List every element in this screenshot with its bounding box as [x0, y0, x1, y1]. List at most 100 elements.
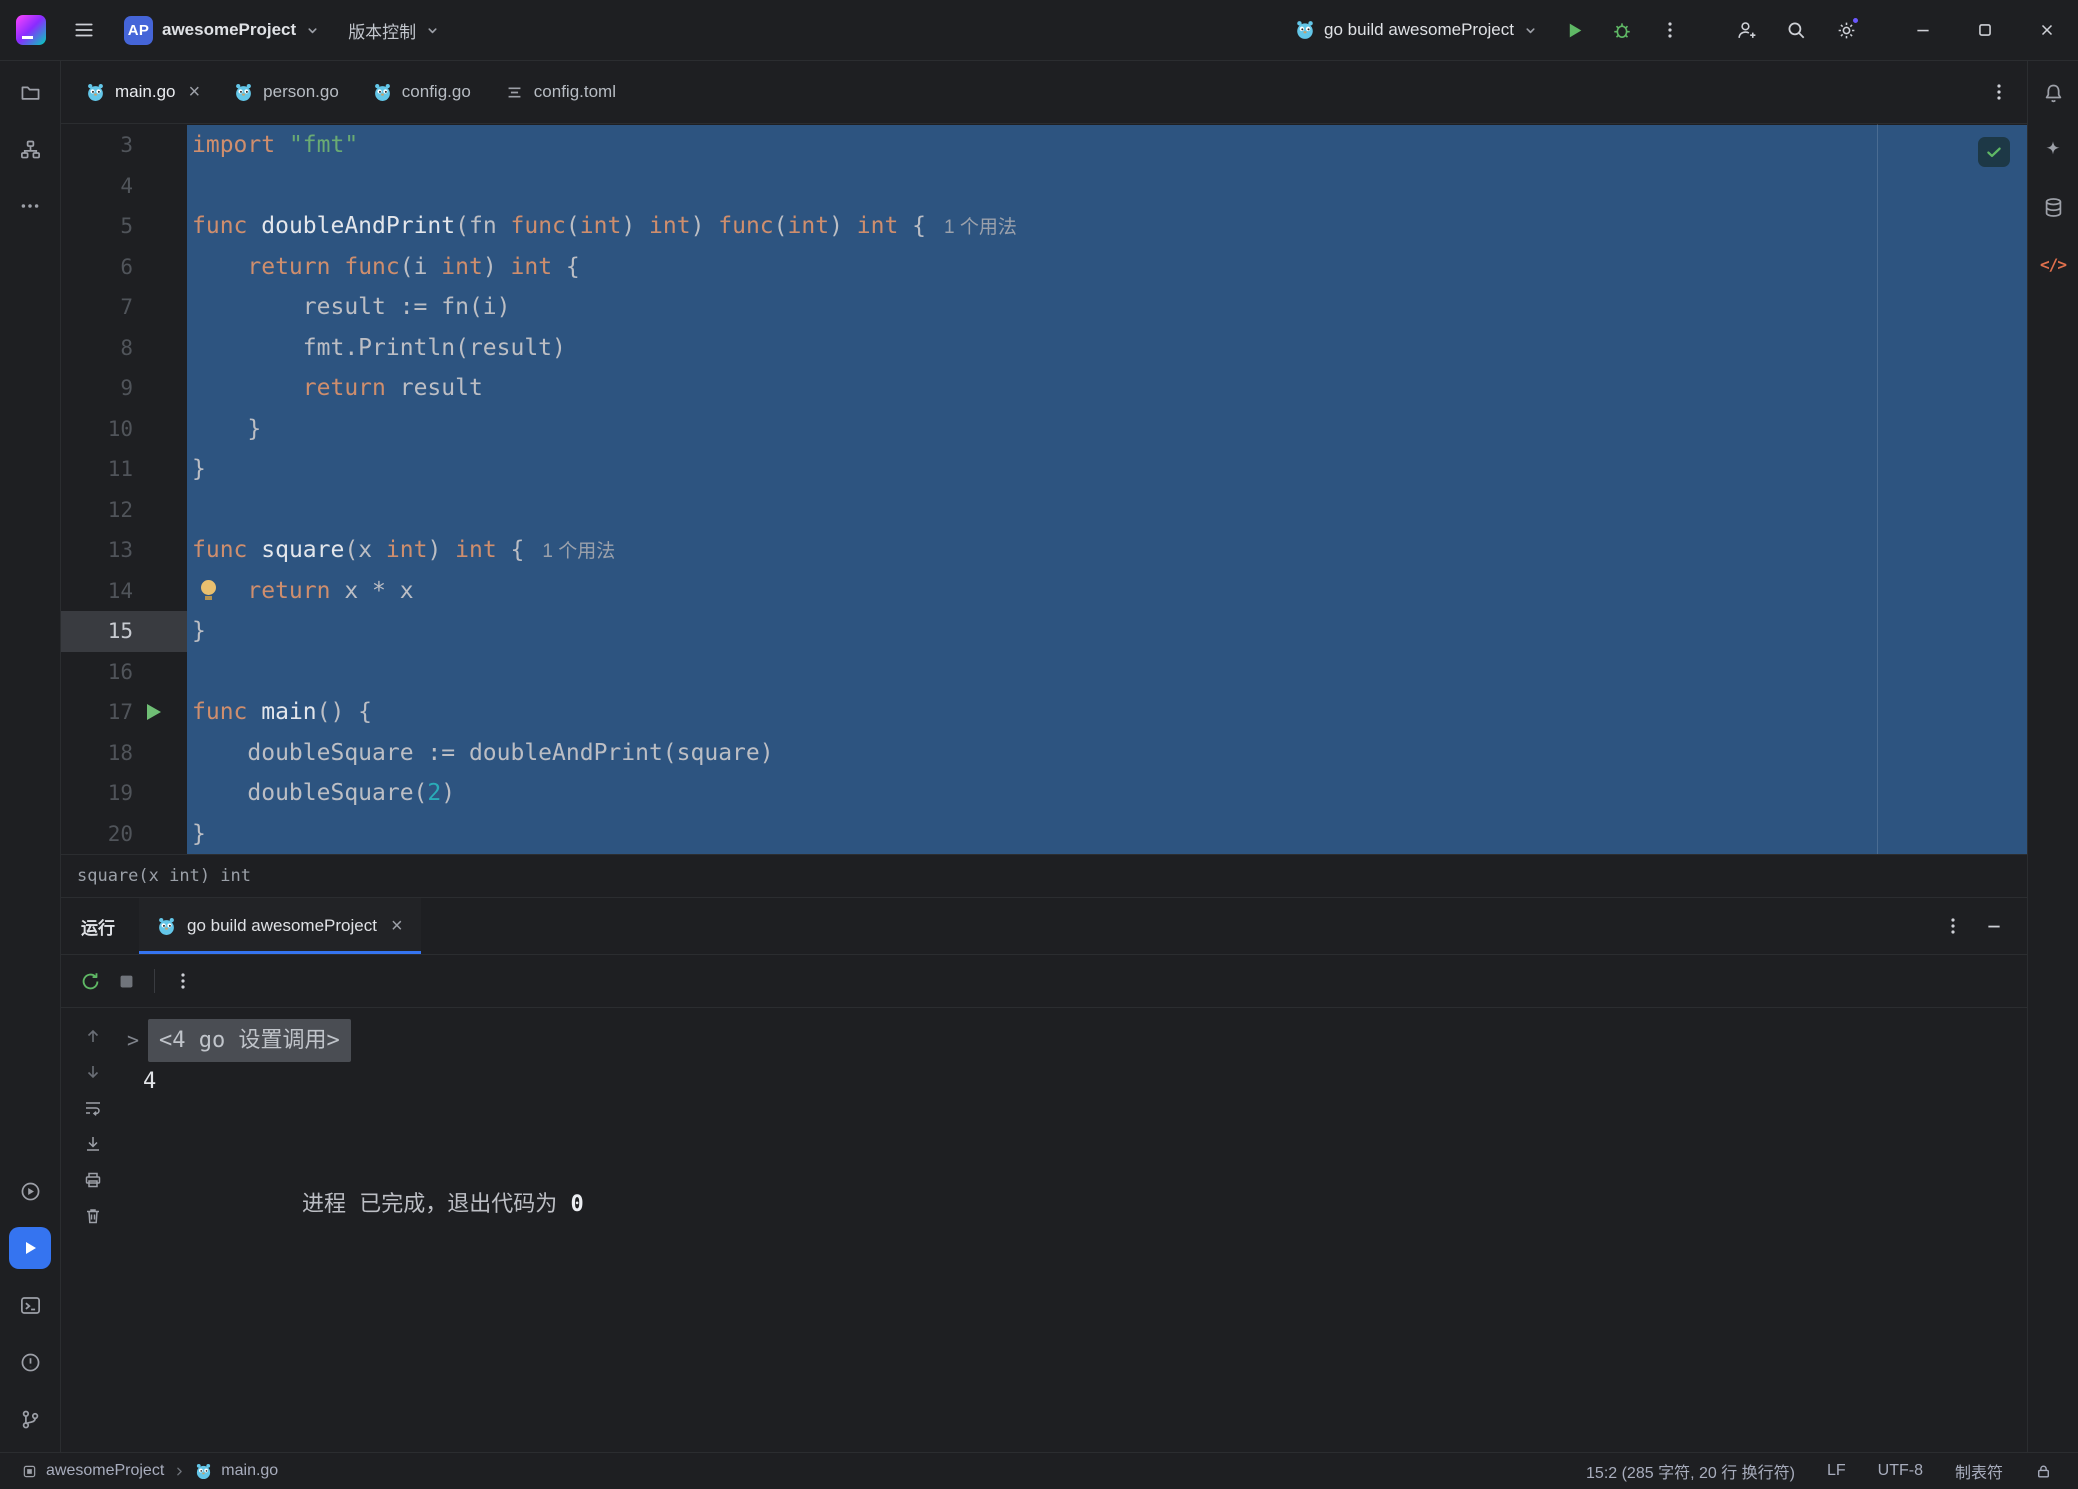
- code-token: [275, 132, 289, 158]
- run-configuration-selector[interactable]: go build awesomeProject: [1285, 9, 1548, 51]
- code-line-10[interactable]: }: [187, 409, 2027, 450]
- scroll-to-end-button[interactable]: [83, 1134, 103, 1154]
- gutter-line-17[interactable]: 17: [61, 692, 187, 733]
- code-line-8[interactable]: fmt.Println(result): [187, 328, 2027, 369]
- intention-bulb-icon[interactable]: [201, 580, 216, 595]
- gutter-line-8[interactable]: 8: [61, 328, 187, 369]
- gutter-line-5[interactable]: 5: [61, 206, 187, 247]
- caret-position-widget[interactable]: 15:2 (285 字符, 20 行 换行符): [1586, 1459, 1795, 1483]
- maximize-window-button[interactable]: [1954, 0, 2016, 61]
- code-line-19[interactable]: doubleSquare(2): [187, 773, 2027, 814]
- tab-list-button[interactable]: [1989, 82, 2009, 102]
- close-tab-icon[interactable]: ×: [188, 82, 200, 102]
- code-line-9[interactable]: return result: [187, 368, 2027, 409]
- stop-button[interactable]: [117, 972, 136, 991]
- services-tool-button[interactable]: [9, 1170, 51, 1212]
- code-line-18[interactable]: doubleSquare := doubleAndPrint(square): [187, 733, 2027, 774]
- gutter-line-15[interactable]: 15: [61, 611, 187, 652]
- code-line-12[interactable]: [187, 490, 2027, 531]
- add-user-button[interactable]: [1724, 9, 1768, 51]
- gutter-line-12[interactable]: 12: [61, 490, 187, 531]
- console-options-button[interactable]: [173, 971, 193, 991]
- gutter-line-13[interactable]: 13: [61, 530, 187, 571]
- inspections-widget[interactable]: [1978, 137, 2010, 167]
- breadcrumb-file[interactable]: main.go: [221, 1462, 278, 1480]
- code-line-3[interactable]: import "fmt": [187, 125, 2027, 166]
- search-everywhere-button[interactable]: [1774, 9, 1818, 51]
- code-line-15[interactable]: }: [187, 611, 2027, 652]
- lock-icon[interactable]: [2035, 1463, 2052, 1480]
- gutter-line-6[interactable]: 6: [61, 247, 187, 288]
- clear-console-button[interactable]: [83, 1206, 103, 1226]
- breadcrumb-project[interactable]: awesomeProject: [46, 1462, 164, 1480]
- code-line-11[interactable]: }: [187, 449, 2027, 490]
- more-run-actions-button[interactable]: [1648, 9, 1692, 51]
- next-occurrence-button[interactable]: [83, 1062, 103, 1082]
- settings-button[interactable]: [1824, 9, 1868, 51]
- problems-tool-button[interactable]: [9, 1341, 51, 1383]
- prev-occurrence-button[interactable]: [83, 1026, 103, 1046]
- code-token: (: [566, 213, 580, 239]
- editor-code[interactable]: import "fmt" func doubleAndPrint(fn func(…: [187, 124, 2027, 854]
- code-line-7[interactable]: result := fn(i): [187, 287, 2027, 328]
- version-control-tool-button[interactable]: [9, 1398, 51, 1440]
- close-window-button[interactable]: [2016, 0, 2078, 61]
- indent-widget[interactable]: 制表符: [1955, 1459, 2003, 1483]
- run-panel-options-button[interactable]: [1943, 916, 1963, 936]
- project-tool-button[interactable]: [9, 71, 51, 113]
- code-token: [192, 254, 247, 280]
- debug-button[interactable]: [1600, 9, 1644, 51]
- notifications-button[interactable]: [2033, 73, 2073, 113]
- run-panel-tab[interactable]: go build awesomeProject ×: [139, 898, 421, 954]
- structure-tool-button[interactable]: [9, 128, 51, 170]
- soft-wrap-button[interactable]: [83, 1098, 103, 1118]
- vcs-menu-button[interactable]: 版本控制: [338, 9, 450, 51]
- close-tab-icon[interactable]: ×: [391, 916, 403, 936]
- endpoints-button[interactable]: </>: [2033, 244, 2073, 284]
- run-tool-window-button[interactable]: [9, 1227, 51, 1269]
- fold-expander-icon[interactable]: >: [127, 1020, 139, 1061]
- database-button[interactable]: [2033, 187, 2073, 227]
- gutter-line-11[interactable]: 11: [61, 449, 187, 490]
- hide-run-panel-button[interactable]: [1985, 917, 2003, 935]
- gutter-line-7[interactable]: 7: [61, 287, 187, 328]
- code-line-14[interactable]: return x * x: [187, 571, 2027, 612]
- print-button[interactable]: [83, 1170, 103, 1190]
- minimize-window-button[interactable]: [1892, 0, 1954, 61]
- gutter-line-9[interactable]: 9: [61, 368, 187, 409]
- gutter-line-19[interactable]: 19: [61, 773, 187, 814]
- project-selector[interactable]: AP awesomeProject: [114, 9, 330, 51]
- code-line-16[interactable]: [187, 652, 2027, 693]
- gutter-line-3[interactable]: 3: [61, 125, 187, 166]
- main-menu-button[interactable]: [62, 9, 106, 51]
- tab-config-toml[interactable]: config.toml: [488, 61, 633, 123]
- code-line-17[interactable]: func main() {: [187, 692, 2027, 733]
- line-ending-widget[interactable]: LF: [1827, 1462, 1846, 1480]
- rerun-button[interactable]: [79, 970, 102, 993]
- tab-main-go[interactable]: main.go ×: [69, 61, 217, 123]
- gutter-line-16[interactable]: 16: [61, 652, 187, 693]
- gutter-line-4[interactable]: 4: [61, 166, 187, 207]
- code-line-20[interactable]: }: [187, 814, 2027, 855]
- code-line-4[interactable]: [187, 166, 2027, 207]
- encoding-widget[interactable]: UTF-8: [1878, 1462, 1923, 1480]
- gutter-line-18[interactable]: 18: [61, 733, 187, 774]
- folded-setup-calls[interactable]: <4 go 设置调用>: [148, 1019, 351, 1062]
- console-setup-line[interactable]: > <4 go 设置调用>: [127, 1020, 2027, 1061]
- run-button[interactable]: [1552, 9, 1596, 51]
- code-line-13[interactable]: func square(x int) int {1 个用法: [187, 530, 2027, 571]
- gutter-line-20[interactable]: 20: [61, 814, 187, 855]
- gutter-line-10[interactable]: 10: [61, 409, 187, 450]
- code-token: return: [247, 254, 330, 280]
- tab-person-go[interactable]: person.go: [217, 61, 356, 123]
- code-line-6[interactable]: return func(i int) int {: [187, 247, 2027, 288]
- more-tool-windows-button[interactable]: [9, 185, 51, 227]
- terminal-tool-button[interactable]: [9, 1284, 51, 1326]
- run-line-icon[interactable]: [147, 704, 161, 720]
- gutter-line-14[interactable]: 14: [61, 571, 187, 612]
- console-output[interactable]: > <4 go 设置调用> 4 进程 已完成，退出代码为 0: [127, 1008, 2027, 1184]
- ai-assistant-button[interactable]: [2033, 130, 2073, 170]
- editor[interactable]: 34567891011121314151617181920 import "fm…: [61, 124, 2027, 854]
- tab-config-go[interactable]: config.go: [356, 61, 488, 123]
- code-line-5[interactable]: func doubleAndPrint(fn func(int) int) fu…: [187, 206, 2027, 247]
